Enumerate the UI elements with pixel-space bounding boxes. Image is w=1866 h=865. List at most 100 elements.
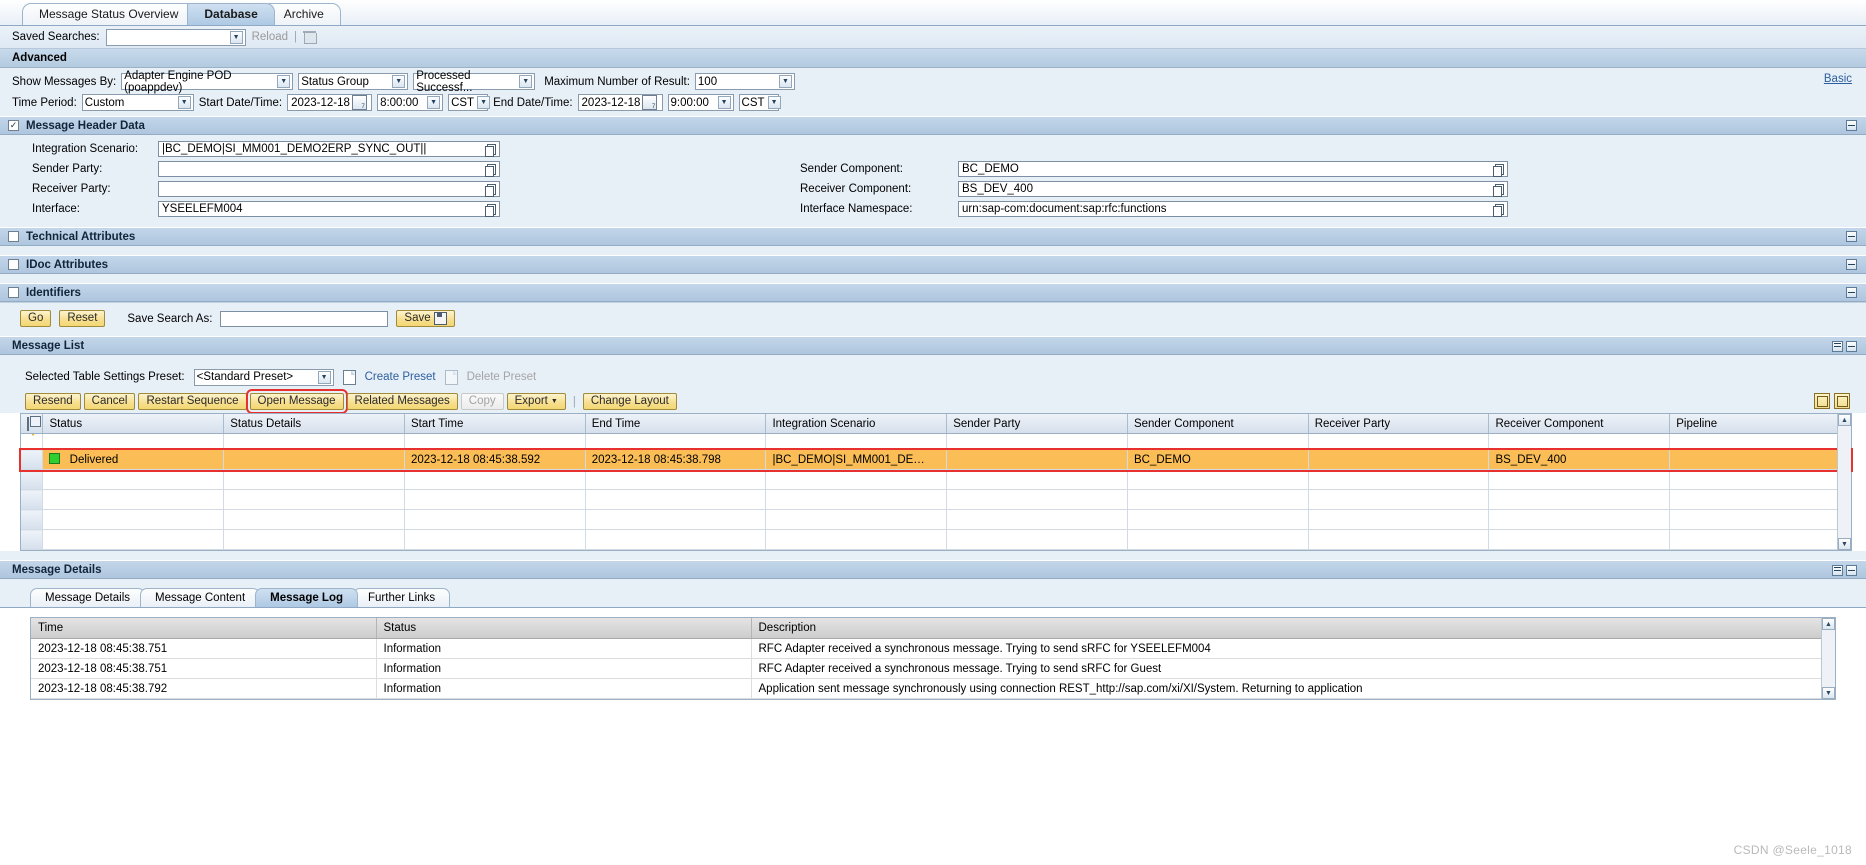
filter-cell[interactable] xyxy=(946,433,1128,450)
collapse-icon[interactable] xyxy=(1846,120,1857,131)
log-row[interactable]: 2023-12-18 08:45:38.751 Information RFC … xyxy=(31,658,1835,679)
message-header-data-checkbox[interactable]: ✓ xyxy=(8,120,19,131)
filter-cell[interactable] xyxy=(585,433,767,450)
filter-cell[interactable] xyxy=(404,433,586,450)
start-date-input[interactable]: 2023-12-18 xyxy=(287,94,373,111)
idoc-attributes-checkbox[interactable] xyxy=(8,259,19,270)
value-help-icon[interactable] xyxy=(1493,183,1505,197)
end-time-select[interactable]: 9:00:00 ▼ xyxy=(667,94,734,111)
value-help-icon[interactable] xyxy=(485,163,497,177)
create-preset-icon[interactable] xyxy=(342,369,356,385)
integration-scenario-input[interactable]: |BC_DEMO|SI_MM001_DEMO2ERP_SYNC_OUT|| xyxy=(158,141,500,157)
receiver-component-input[interactable]: BS_DEV_400 xyxy=(958,181,1508,197)
column-header-sender-party[interactable]: Sender Party xyxy=(946,414,1128,434)
scroll-down-icon[interactable]: ▼ xyxy=(1838,538,1851,550)
column-header-start-time[interactable]: Start Time xyxy=(404,414,586,434)
related-messages-button[interactable]: Related Messages xyxy=(346,393,458,410)
column-header-receiver-component[interactable]: Receiver Component xyxy=(1488,414,1671,434)
table-settings-icon[interactable] xyxy=(1834,393,1850,409)
receiver-party-input[interactable] xyxy=(158,181,500,197)
filter-cell[interactable] xyxy=(1669,433,1851,450)
subtab-message-content[interactable]: Message Content xyxy=(140,588,261,607)
end-date-input[interactable]: 2023-12-18 xyxy=(577,94,663,111)
expand-icon[interactable] xyxy=(1846,287,1857,298)
max-result-select[interactable]: 100 ▼ xyxy=(694,73,795,90)
table-vertical-scrollbar[interactable]: ▲ ▼ xyxy=(1837,414,1851,550)
resend-button[interactable]: Resend xyxy=(25,393,81,410)
column-header-pipeline[interactable]: Pipeline xyxy=(1669,414,1851,434)
advanced-section-header[interactable]: Advanced xyxy=(0,49,1866,68)
log-vertical-scrollbar[interactable]: ▲ ▼ xyxy=(1821,618,1835,699)
select-all-cell[interactable] xyxy=(21,414,44,434)
save-button[interactable]: Save xyxy=(396,310,455,327)
column-header-receiver-party[interactable]: Receiver Party xyxy=(1308,414,1490,434)
interface-input[interactable]: YSEELEFM004 xyxy=(158,201,500,217)
calendar-icon[interactable] xyxy=(642,95,658,110)
row-selector[interactable] xyxy=(21,529,44,550)
tab-message-status-overview[interactable]: Message Status Overview xyxy=(22,3,196,25)
time-period-select[interactable]: Custom ▼ xyxy=(81,94,194,111)
end-timezone-select[interactable]: CST ▼ xyxy=(738,94,781,111)
technical-attributes-checkbox[interactable] xyxy=(8,231,19,242)
collapse-icon[interactable] xyxy=(1846,341,1857,352)
subtab-message-details[interactable]: Message Details xyxy=(30,588,146,607)
open-message-button[interactable]: Open Message xyxy=(245,389,348,414)
table-row[interactable]: Delivered 2023-12-18 08:45:38.592 2023-1… xyxy=(19,447,1853,472)
tab-archive[interactable]: Archive xyxy=(266,3,341,25)
filter-cell[interactable] xyxy=(1308,433,1490,450)
filter-cell[interactable] xyxy=(765,433,948,450)
filter-cell[interactable] xyxy=(1127,433,1309,450)
sender-component-input[interactable]: BC_DEMO xyxy=(958,161,1508,177)
create-preset-button[interactable]: Create Preset xyxy=(365,371,436,383)
identifiers-checkbox[interactable] xyxy=(8,287,19,298)
personalize-icon[interactable] xyxy=(1832,565,1843,576)
filter-cell[interactable] xyxy=(42,433,225,450)
column-header-integration-scenario[interactable]: Integration Scenario xyxy=(765,414,948,434)
log-row[interactable]: 2023-12-18 08:45:38.792 Information Appl… xyxy=(31,678,1835,699)
value-help-icon[interactable] xyxy=(485,183,497,197)
change-layout-button[interactable]: Change Layout xyxy=(582,393,677,410)
row-selector[interactable] xyxy=(21,489,44,510)
row-selector[interactable] xyxy=(21,469,44,490)
basic-link[interactable]: Basic xyxy=(1824,73,1852,85)
status-group-select[interactable]: Status Group ▼ xyxy=(298,73,409,90)
message-header-data-header[interactable]: ✓ Message Header Data xyxy=(0,116,1866,135)
restart-sequence-button[interactable]: Restart Sequence xyxy=(138,393,247,410)
subtab-further-links[interactable]: Further Links xyxy=(353,588,451,607)
personalize-icon[interactable] xyxy=(1832,341,1843,352)
column-header-status[interactable]: Status xyxy=(42,414,225,434)
expand-icon[interactable] xyxy=(1846,259,1857,270)
value-help-icon[interactable] xyxy=(1493,163,1505,177)
filter-cell[interactable] xyxy=(1488,433,1671,450)
start-timezone-select[interactable]: CST ▼ xyxy=(448,94,491,111)
start-time-select[interactable]: 8:00:00 ▼ xyxy=(377,94,444,111)
filter-toggle-cell[interactable] xyxy=(21,433,44,450)
export-button[interactable]: Export ▼ xyxy=(506,393,566,410)
column-header-status-details[interactable]: Status Details xyxy=(223,414,405,434)
identifiers-header[interactable]: Identifiers xyxy=(0,283,1866,302)
filter-cell[interactable] xyxy=(223,433,405,450)
scroll-up-icon[interactable]: ▲ xyxy=(1822,618,1835,630)
column-header-sender-component[interactable]: Sender Component xyxy=(1127,414,1309,434)
value-help-icon[interactable] xyxy=(1493,203,1505,217)
log-row[interactable]: 2023-12-18 08:45:38.751 Information RFC … xyxy=(31,638,1835,659)
save-search-as-input[interactable] xyxy=(220,310,389,327)
status-select[interactable]: Processed Successf... ▼ xyxy=(413,70,536,94)
show-messages-by-select[interactable]: Adapter Engine POD (poappdev) ▼ xyxy=(121,70,294,94)
preset-select[interactable]: <Standard Preset> ▼ xyxy=(193,368,334,386)
sender-party-input[interactable] xyxy=(158,161,500,177)
technical-attributes-header[interactable]: Technical Attributes xyxy=(0,227,1866,246)
go-button[interactable]: Go xyxy=(20,310,52,327)
collapse-icon[interactable] xyxy=(1846,565,1857,576)
subtab-message-log[interactable]: Message Log xyxy=(255,588,359,607)
filter-settings-icon[interactable] xyxy=(1814,393,1830,409)
calendar-icon[interactable] xyxy=(351,95,367,110)
interface-namespace-input[interactable]: urn:sap-com:document:sap:rfc:functions xyxy=(958,201,1508,217)
row-selector[interactable] xyxy=(21,449,44,470)
idoc-attributes-header[interactable]: IDoc Attributes xyxy=(0,255,1866,274)
row-selector[interactable] xyxy=(21,509,44,530)
scroll-up-icon[interactable]: ▲ xyxy=(1838,414,1851,426)
reset-button[interactable]: Reset xyxy=(59,310,106,327)
column-header-end-time[interactable]: End Time xyxy=(585,414,767,434)
value-help-icon[interactable] xyxy=(485,203,497,217)
